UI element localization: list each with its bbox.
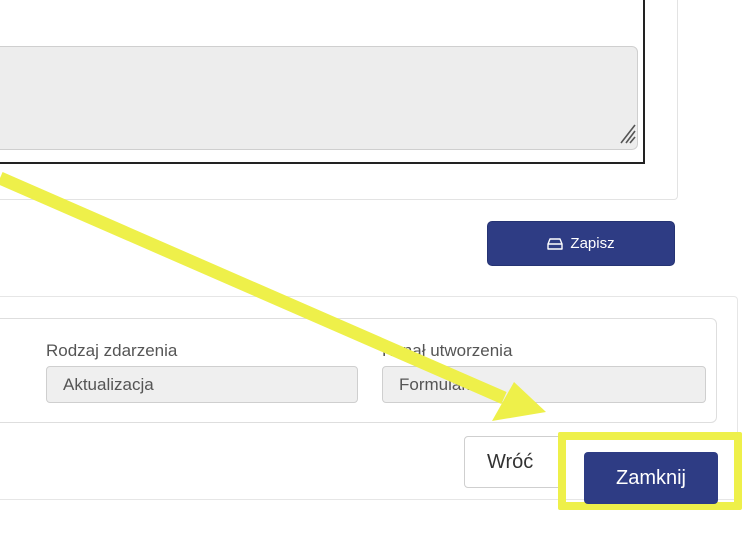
save-icon [547,237,564,250]
save-button-label: Zapisz [570,235,615,252]
close-button[interactable]: Zamknij [584,452,718,504]
event-type-field[interactable]: Aktualizacja [46,366,358,403]
resize-grip-icon[interactable] [617,121,637,145]
save-button[interactable]: Zapisz [487,221,675,266]
notes-textarea[interactable] [0,46,638,150]
creation-channel-label: Kanał utworzenia [382,341,513,360]
creation-channel-field[interactable]: Formularz [382,366,706,403]
back-button[interactable]: Wróć [464,436,566,488]
event-type-label: Rodzaj zdarzenia [46,341,178,360]
